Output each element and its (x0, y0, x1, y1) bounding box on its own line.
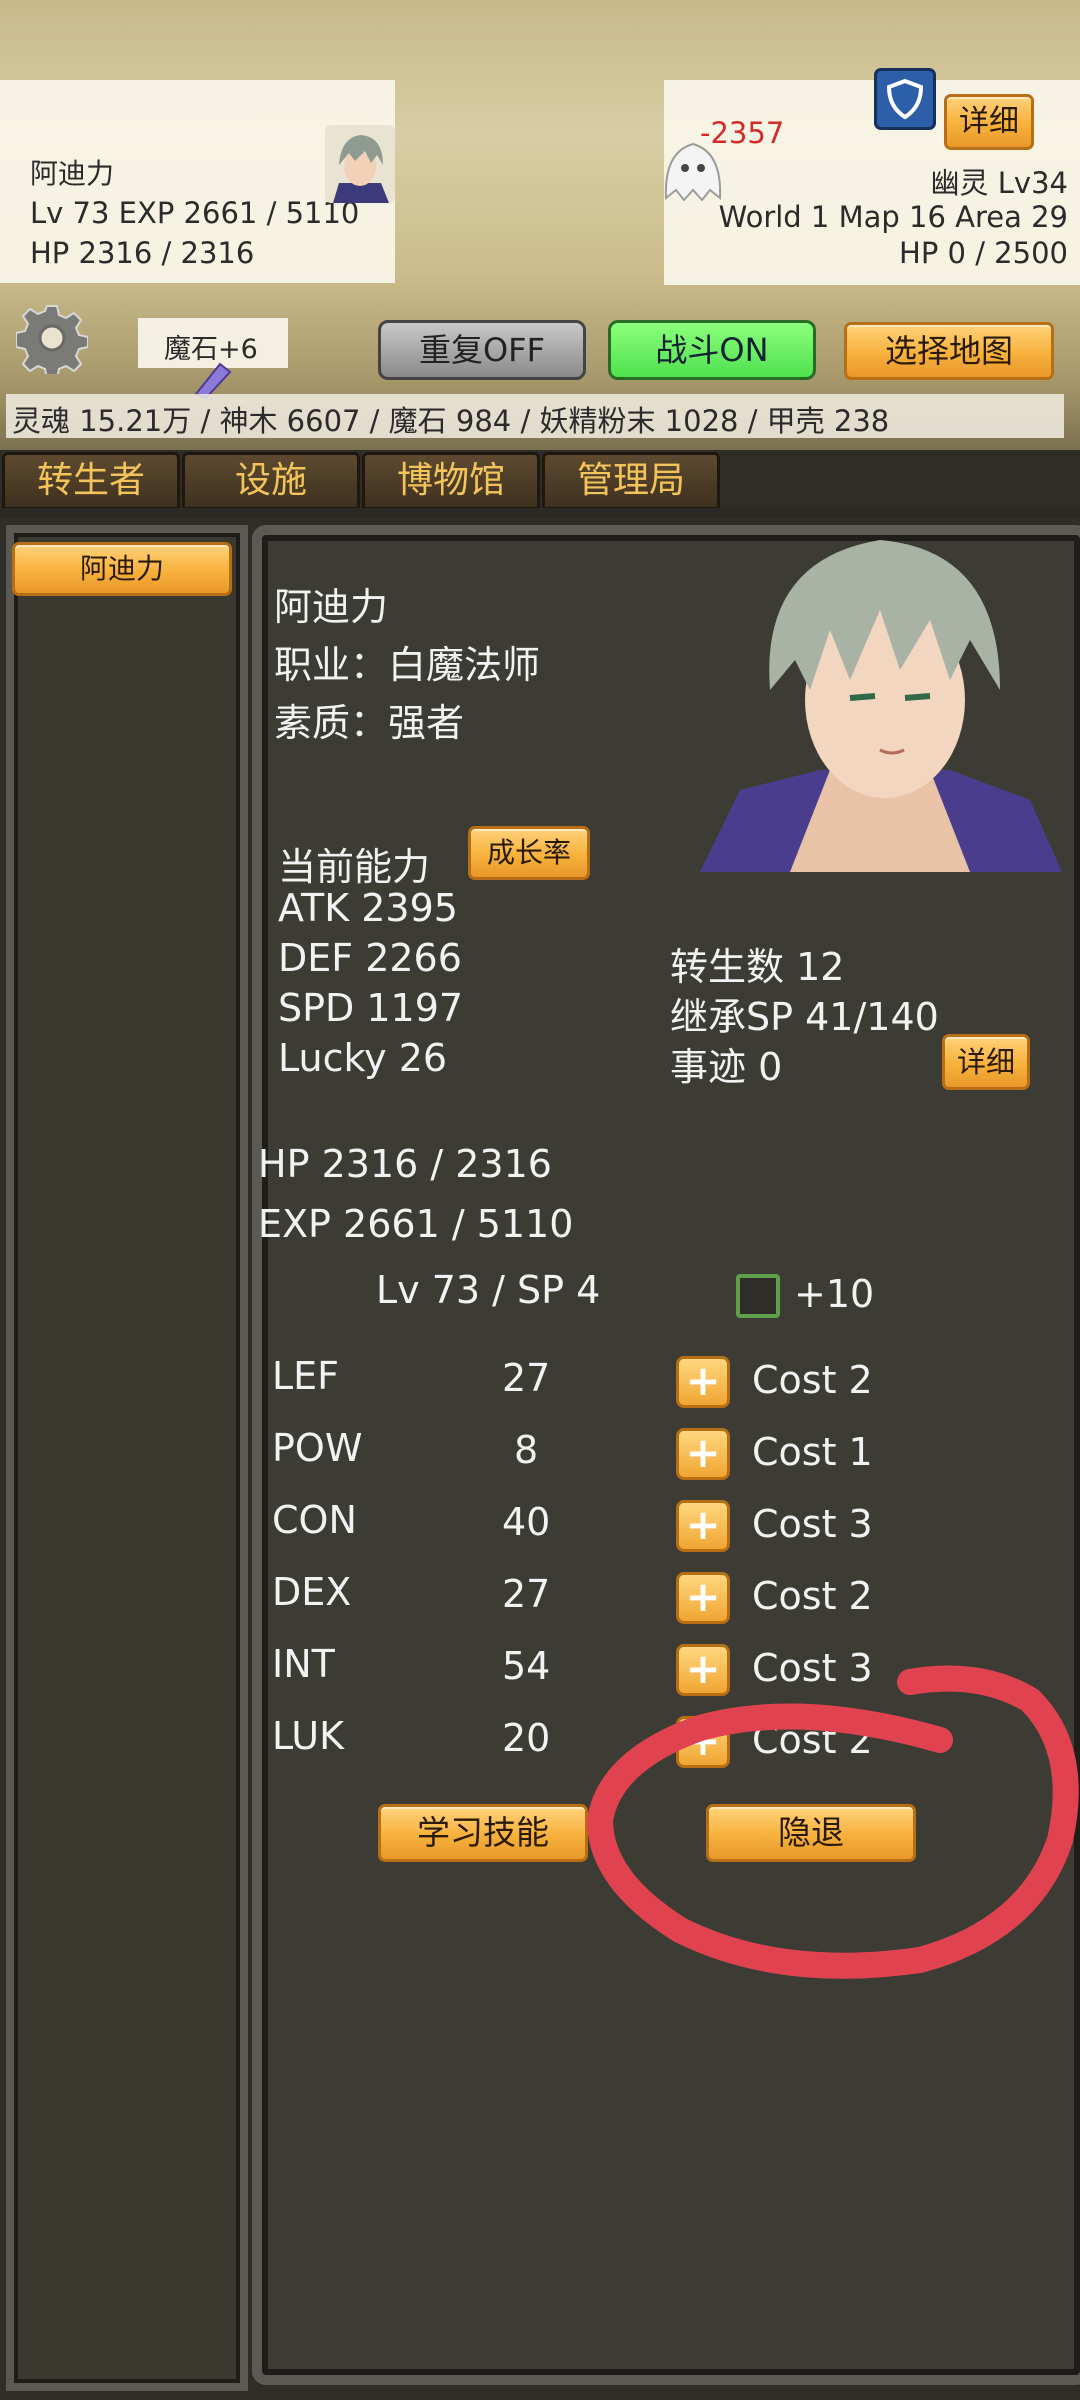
table-row: LEF 27 + Cost 2 (258, 1344, 1058, 1416)
character-list-panel (6, 525, 248, 2391)
annotation-circle (586, 1665, 1079, 1979)
stat-cost: Cost 2 (752, 1574, 873, 1618)
stat-cost: Cost 2 (752, 1358, 873, 1402)
enemy-name-level: 幽灵 Lv34 (930, 166, 1068, 200)
stat-cost: Cost 3 (752, 1502, 873, 1546)
resource-bar: 灵魂 15.21万 / 神木 6607 / 魔石 984 / 妖精粉末 1028… (6, 394, 1064, 438)
increase-pow-button[interactable]: + (676, 1428, 730, 1480)
stat-name: LEF (272, 1354, 340, 1398)
growth-rate-button[interactable]: 成长率 (468, 826, 590, 880)
battle-toggle-button[interactable]: 战斗ON (608, 320, 816, 380)
table-row: CON 40 + Cost 3 (258, 1488, 1058, 1560)
atk-stat: ATK 2395 (278, 886, 458, 930)
ability-title: 当前能力 (278, 845, 431, 889)
stat-value: 54 (502, 1644, 551, 1688)
stat-name: CON (272, 1498, 357, 1542)
tab-management[interactable]: 管理局 (542, 452, 720, 510)
player-lv-exp: Lv 73 EXP 2661 / 5110 (30, 196, 360, 230)
plus10-label: +10 (794, 1272, 875, 1316)
character-name: 阿迪力 (274, 585, 389, 629)
learn-skill-button[interactable]: 学习技能 (378, 1804, 588, 1862)
player-status-card: 阿迪力 Lv 73 EXP 2661 / 5110 HP 2316 / 2316 (0, 80, 395, 283)
spd-stat: SPD 1197 (278, 986, 464, 1030)
stat-name: INT (272, 1642, 335, 1686)
stat-value: 20 (502, 1716, 551, 1760)
character-job: 职业：白魔法师 (274, 643, 541, 687)
tab-facilities[interactable]: 设施 (182, 452, 360, 510)
player-hp: HP 2316 / 2316 (30, 236, 255, 270)
player-name: 阿迪力 (30, 157, 115, 190)
character-exp: EXP 2661 / 5110 (258, 1202, 574, 1246)
sidebar-item-character[interactable]: 阿迪力 (12, 542, 232, 596)
resource-summary: 灵魂 15.21万 / 神木 6607 / 魔石 984 / 妖精粉末 1028… (12, 404, 890, 438)
character-hp: HP 2316 / 2316 (258, 1142, 552, 1186)
character-portrait (700, 520, 1062, 872)
stat-value: 8 (514, 1428, 539, 1472)
shield-icon[interactable] (874, 68, 936, 130)
enemy-location: World 1 Map 16 Area 29 (718, 200, 1068, 234)
damage-number: -2357 (700, 116, 785, 150)
stat-name: LUK (272, 1714, 345, 1758)
character-quality: 素质：强者 (274, 701, 465, 745)
stat-value: 27 (502, 1572, 551, 1616)
stat-name: DEX (272, 1570, 352, 1614)
stat-value: 27 (502, 1356, 551, 1400)
def-stat: DEF 2266 (278, 936, 462, 980)
level-sp: Lv 73 / SP 4 (376, 1268, 601, 1312)
stat-value: 40 (502, 1500, 551, 1544)
lucky-stat: Lucky 26 (278, 1036, 448, 1080)
rebirth-count: 转生数 12 (670, 945, 845, 989)
tab-bar-divider (0, 508, 1080, 518)
enemy-hp: HP 0 / 2500 (899, 236, 1068, 270)
table-row: DEX 27 + Cost 2 (258, 1560, 1058, 1632)
tab-reincarnator[interactable]: 转生者 (2, 452, 180, 510)
table-row: POW 8 + Cost 1 (258, 1416, 1058, 1488)
repeat-toggle-button[interactable]: 重复OFF (378, 320, 586, 380)
settings-gear-icon[interactable] (15, 302, 89, 379)
plus10-checkbox[interactable] (736, 1274, 780, 1318)
deeds-count: 事迹 0 (670, 1045, 783, 1089)
increase-lef-button[interactable]: + (676, 1356, 730, 1408)
stat-name: POW (272, 1426, 363, 1470)
player-avatar (325, 125, 395, 203)
increase-dex-button[interactable]: + (676, 1572, 730, 1624)
enemy-detail-button[interactable]: 详细 (944, 94, 1034, 150)
deeds-detail-button[interactable]: 详细 (942, 1034, 1030, 1090)
inherit-sp: 继承SP 41/140 (670, 995, 939, 1039)
select-map-button[interactable]: 选择地图 (844, 322, 1054, 380)
tab-museum[interactable]: 博物馆 (362, 452, 540, 510)
increase-con-button[interactable]: + (676, 1500, 730, 1552)
stat-cost: Cost 1 (752, 1430, 873, 1474)
